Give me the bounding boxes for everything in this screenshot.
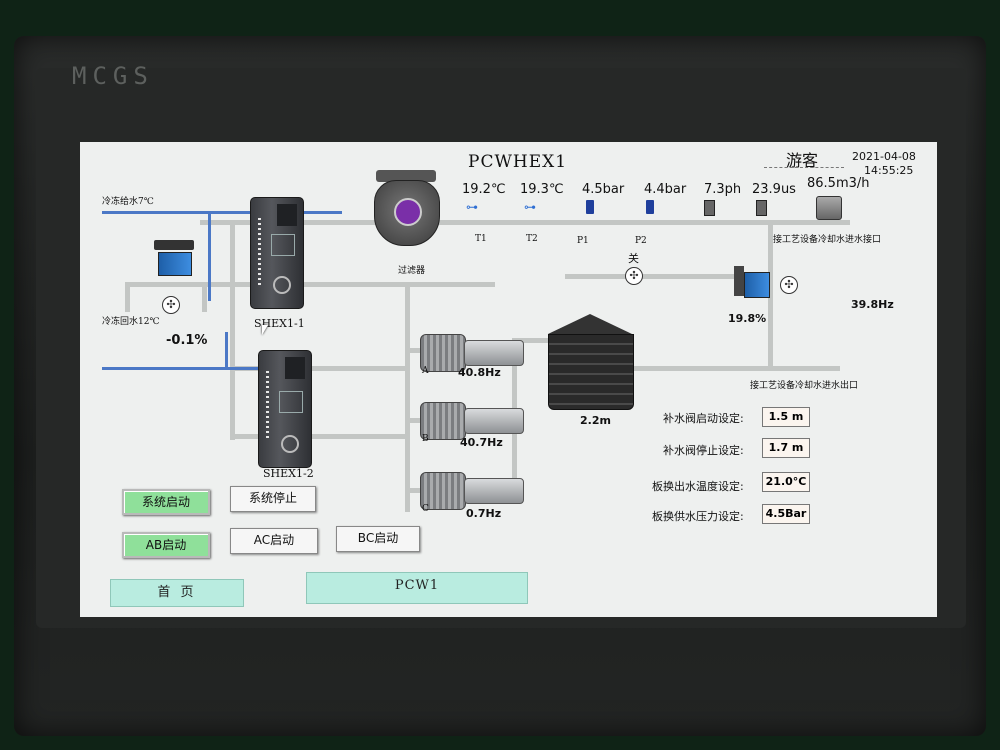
sensor-t1-tag: T1 bbox=[475, 234, 487, 244]
chilled-supply-label: 冷冻给水7℃ bbox=[102, 197, 154, 207]
sensor-p1-value: 4.5bar bbox=[582, 182, 625, 197]
time-display: 14:55:25 bbox=[864, 164, 914, 177]
pump-a-freq: 40.8Hz bbox=[458, 366, 501, 379]
chilled-return-label: 冷冻回水12℃ bbox=[102, 317, 160, 327]
pipe-left-loop-top bbox=[125, 282, 235, 287]
pipe-valve-right bbox=[202, 282, 207, 312]
mouse-cursor-icon bbox=[262, 325, 268, 335]
tank-body-icon bbox=[548, 334, 634, 410]
pump-b-freq: 40.7Hz bbox=[460, 436, 503, 449]
setting-label: 补水阀停止设定: bbox=[663, 444, 744, 457]
nav-pcw1-button[interactable]: PCW1 bbox=[306, 572, 528, 604]
ac-start-button[interactable]: AC启动 bbox=[230, 528, 318, 554]
sensor-p1-tag: P1 bbox=[577, 236, 589, 246]
system-stop-button[interactable]: 系统停止 bbox=[230, 486, 316, 512]
pump-c-tag: C bbox=[422, 504, 429, 514]
left-valve-value: -0.1% bbox=[166, 333, 208, 348]
page-title: PCWHEX1 bbox=[468, 152, 568, 172]
valve-body-icon bbox=[744, 272, 770, 298]
sensor-t2-tag: T2 bbox=[526, 234, 538, 244]
pipe-left-vertical bbox=[405, 282, 410, 512]
conductivity-probe-icon bbox=[756, 200, 767, 216]
setting-label: 板换供水压力设定: bbox=[652, 510, 744, 523]
right-valve-value: 19.8% bbox=[728, 312, 767, 325]
tank-roof-icon bbox=[548, 314, 632, 334]
chilled-return-pipe bbox=[102, 367, 262, 370]
date-display: 2021-04-08 bbox=[852, 150, 916, 163]
actuator-icon bbox=[154, 240, 194, 250]
bypass-valve[interactable]: ✣ bbox=[625, 267, 643, 285]
pressure-gauge-icon bbox=[646, 200, 654, 214]
setting-value-input[interactable]: 1.7 m bbox=[762, 438, 810, 458]
thermometer-icon: ⊶ bbox=[524, 200, 536, 214]
sensor-p2-tag: P2 bbox=[635, 236, 647, 246]
shex1-2-unit[interactable] bbox=[258, 350, 312, 468]
pressure-gauge-icon bbox=[586, 200, 594, 214]
ph-probe-icon bbox=[704, 200, 715, 216]
filter-label: 过滤器 bbox=[398, 266, 426, 276]
setting-value-input[interactable]: 4.5Bar bbox=[762, 504, 810, 524]
chilled-return-drop bbox=[225, 332, 228, 370]
left-control-valve[interactable] bbox=[150, 240, 200, 280]
right-control-valve[interactable] bbox=[730, 260, 774, 304]
filter-vessel[interactable] bbox=[372, 170, 440, 256]
left-valve-symbol[interactable]: ✣ bbox=[162, 296, 180, 314]
brand-logo: MCGS bbox=[72, 62, 154, 90]
thermometer-icon: ⊶ bbox=[466, 200, 478, 214]
sensor-p2-value: 4.4bar bbox=[644, 182, 687, 197]
setting-label: 板换出水温度设定: bbox=[652, 480, 744, 493]
pipe-shex-vertical bbox=[230, 220, 235, 440]
hmi-screen: PCWHEX1 游客 2021-04-08 14:55:25 冷冻给水7℃ 冷冻… bbox=[80, 142, 937, 617]
shex1-2-label: SHEX1-2 bbox=[263, 467, 314, 480]
pump-a-tag: A bbox=[422, 366, 429, 376]
sensor-conductivity-value: 23.9us bbox=[752, 182, 796, 197]
actuator-icon bbox=[734, 266, 744, 296]
pipe-left-loop-vert bbox=[125, 282, 130, 312]
pump-c-freq: 0.7Hz bbox=[466, 507, 502, 520]
pump-c[interactable] bbox=[420, 472, 524, 510]
setting-label: 补水阀启动设定: bbox=[663, 412, 744, 425]
pipe-pump-header bbox=[405, 282, 495, 287]
pipe-shex-loop-3 bbox=[230, 434, 410, 439]
ab-start-button[interactable]: AB启动 bbox=[122, 532, 210, 558]
tank-level: 2.2m bbox=[580, 414, 611, 427]
user-underline bbox=[764, 167, 844, 168]
water-tank[interactable] bbox=[548, 314, 634, 410]
pipe-right-bottom bbox=[620, 366, 840, 371]
setting-value-input[interactable]: 21.0°C bbox=[762, 472, 810, 492]
flowmeter-icon bbox=[816, 196, 842, 220]
sensor-flow-value: 86.5m3/h bbox=[807, 176, 870, 191]
sensor-t1-value: 19.2℃ bbox=[462, 182, 506, 197]
process-inlet-label: 接工艺设备冷却水进水接口 bbox=[773, 235, 882, 245]
process-outlet-label: 接工艺设备冷却水进水出口 bbox=[750, 381, 859, 391]
nav-home-button[interactable]: 首 页 bbox=[110, 579, 244, 607]
right-valve-symbol[interactable]: ✣ bbox=[780, 276, 798, 294]
shex1-1-unit[interactable] bbox=[250, 197, 304, 309]
pump-a[interactable] bbox=[420, 334, 524, 372]
sensor-t2-value: 19.3℃ bbox=[520, 182, 564, 197]
bypass-valve-state: 关 bbox=[628, 252, 639, 265]
system-start-button[interactable]: 系统启动 bbox=[122, 489, 210, 515]
chilled-supply-drop bbox=[208, 211, 211, 301]
pump-b-tag: B bbox=[422, 434, 429, 444]
sensor-ph-value: 7.3ph bbox=[704, 182, 742, 197]
setting-value-input[interactable]: 1.5 m bbox=[762, 407, 810, 427]
right-frequency: 39.8Hz bbox=[851, 298, 894, 311]
filter-window-icon bbox=[394, 198, 422, 226]
valve-body-icon bbox=[158, 252, 192, 276]
chilled-supply-pipe bbox=[102, 211, 342, 214]
pump-b[interactable] bbox=[420, 402, 524, 440]
bc-start-button[interactable]: BC启动 bbox=[336, 526, 420, 552]
